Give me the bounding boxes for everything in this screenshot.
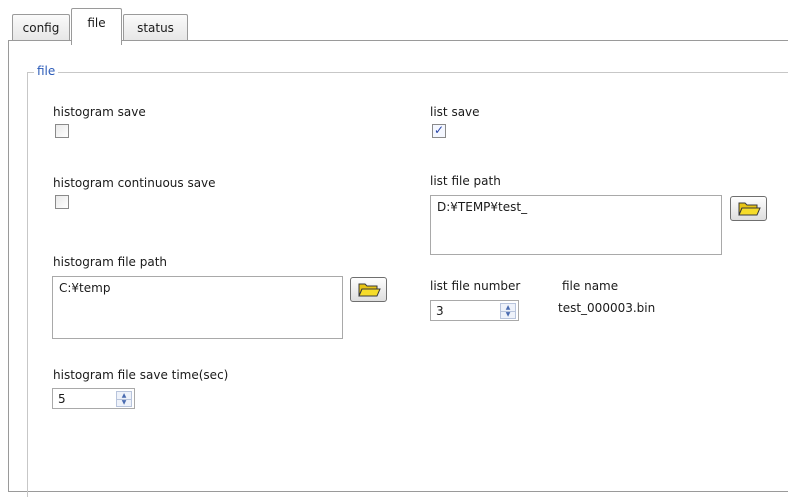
tab-status[interactable]: status (123, 14, 188, 41)
list-save-checkbox[interactable]: ✓ (432, 123, 446, 138)
checkmark-icon: ✓ (434, 123, 445, 137)
list-file-path-input[interactable]: D:¥TEMP¥test_ (430, 195, 722, 255)
list-file-path-value: D:¥TEMP¥test_ (437, 200, 528, 214)
histogram-save-label: histogram save (53, 105, 146, 119)
list-file-number-label: list file number (430, 279, 521, 293)
list-save-label: list save (430, 105, 480, 119)
histogram-continuous-save-checkbox[interactable] (55, 195, 69, 209)
histogram-browse-button[interactable] (350, 277, 387, 302)
folder-open-icon (358, 283, 381, 297)
file-name-value: test_000003.bin (558, 301, 656, 315)
up-down-arrows-icon[interactable]: ▲ ▼ (116, 390, 132, 407)
up-down-arrows-icon[interactable]: ▲ ▼ (500, 302, 516, 319)
histogram-save-time-value: 5 (58, 391, 66, 406)
list-browse-button[interactable] (730, 196, 767, 221)
tab-bar: config file status (12, 4, 788, 45)
folder-open-icon (738, 202, 761, 216)
list-file-number-value: 3 (436, 303, 444, 318)
histogram-save-time-label: histogram file save time(sec) (53, 368, 229, 382)
file-name-label: file name (562, 279, 619, 293)
tab-config[interactable]: config (12, 14, 70, 41)
histogram-file-path-value: C:¥temp (59, 281, 111, 295)
tab-file-label: file (87, 16, 106, 30)
histogram-save-checkbox[interactable] (55, 124, 69, 138)
histogram-file-path-label: histogram file path (53, 255, 168, 269)
group-title: file (34, 64, 59, 78)
list-file-number-input[interactable]: 3 ▲ ▼ (430, 300, 519, 321)
tab-file[interactable]: file (71, 8, 122, 45)
tab-config-label: config (22, 21, 60, 35)
histogram-continuous-save-label: histogram continuous save (53, 176, 216, 190)
histogram-save-time-input[interactable]: 5 ▲ ▼ (52, 388, 135, 409)
list-file-path-label: list file path (430, 174, 501, 188)
tab-status-label: status (137, 21, 174, 35)
histogram-file-path-input[interactable]: C:¥temp (52, 276, 343, 339)
